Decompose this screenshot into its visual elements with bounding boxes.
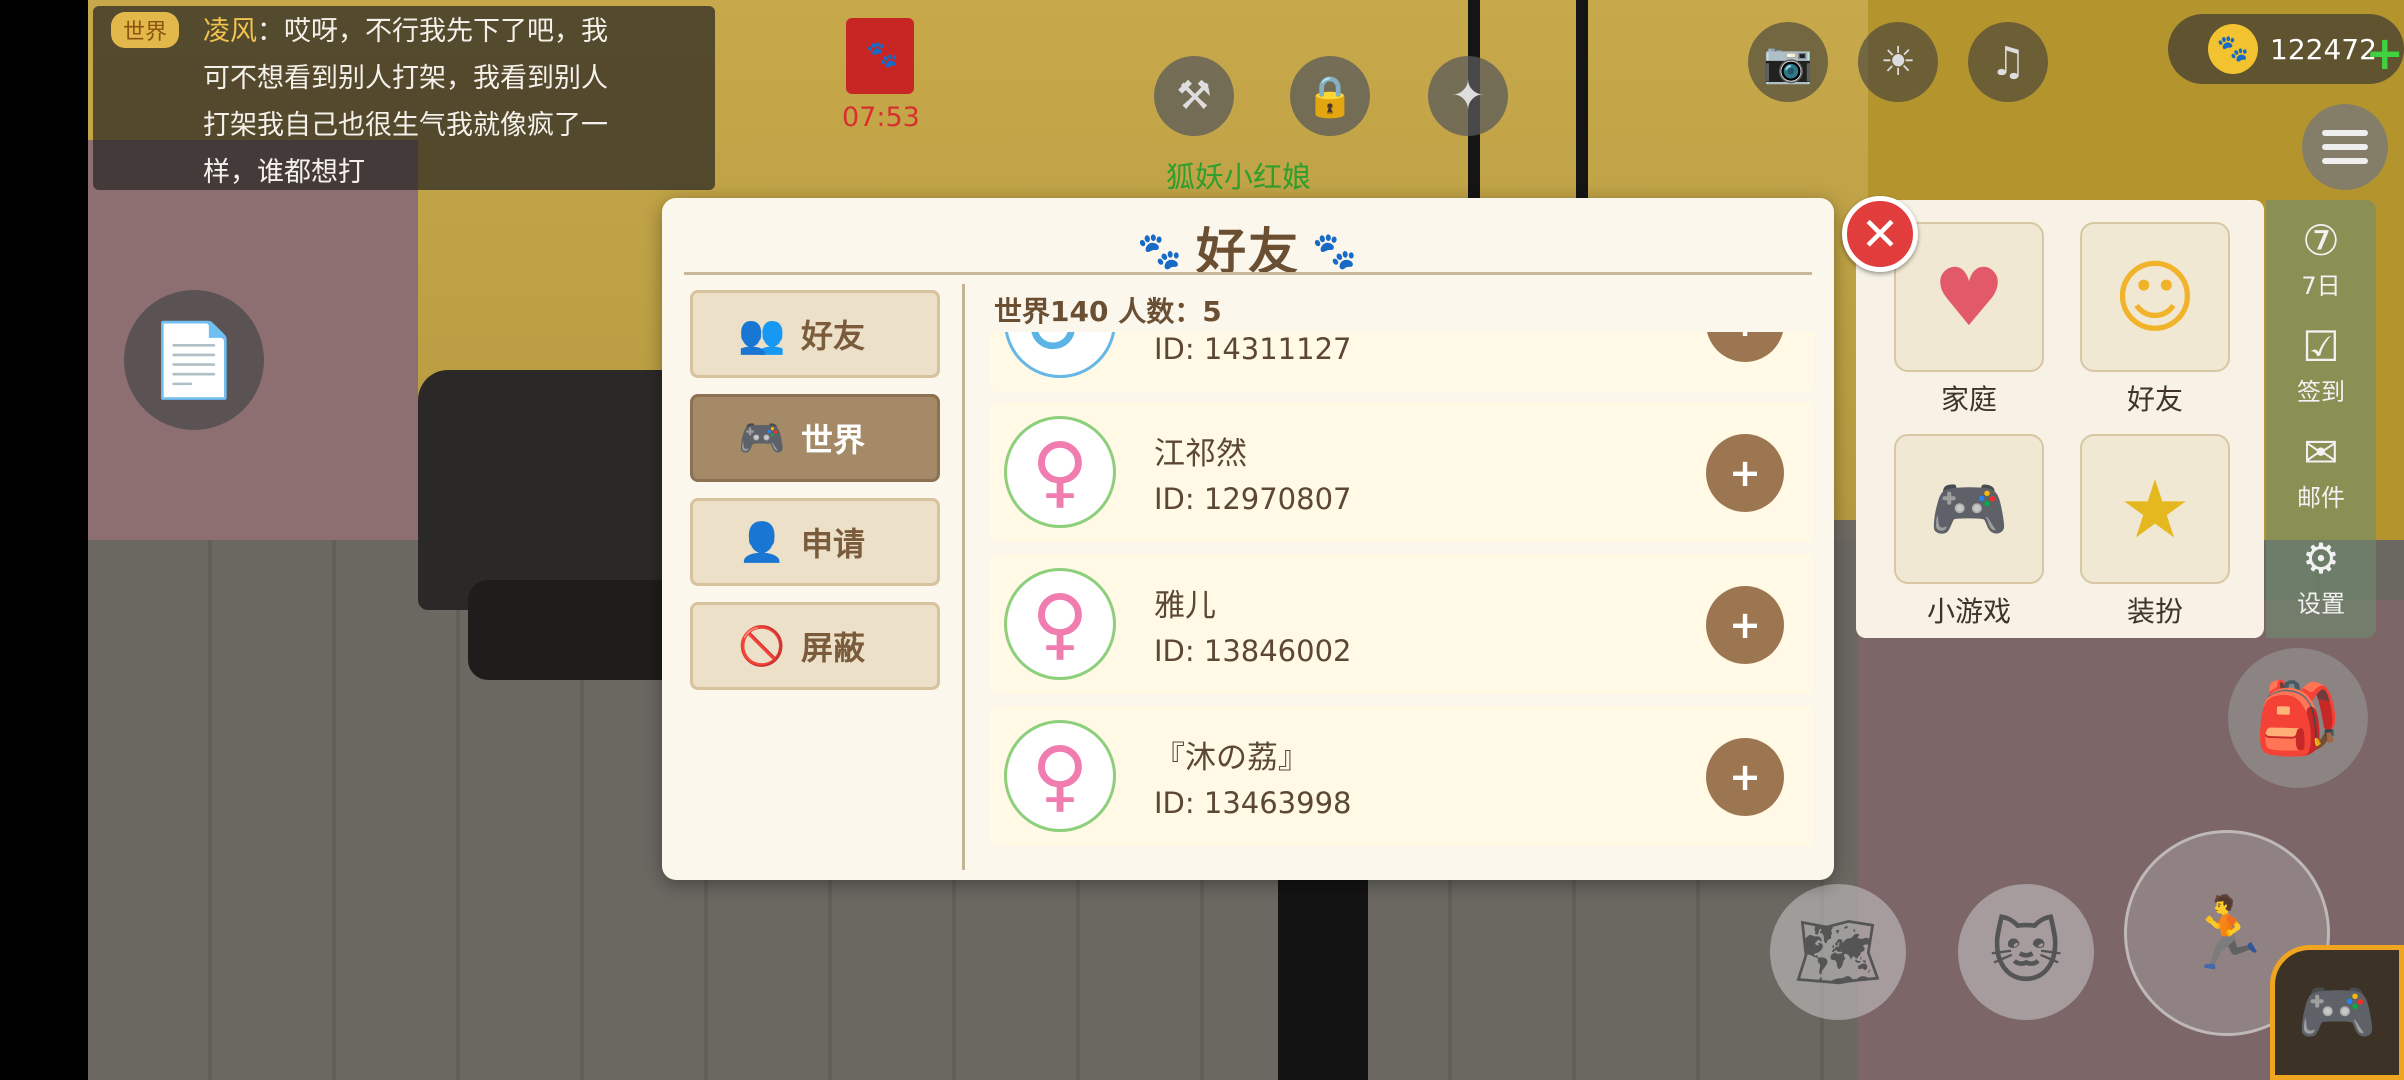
camera-icon[interactable]: 📷 [1748, 22, 1828, 102]
friends-label: 好友 [2126, 383, 2183, 416]
add-friend-button[interactable]: + [1706, 434, 1784, 512]
player-id: ID: 14311127 [1154, 332, 1352, 366]
block-person-icon: 🚫 [738, 623, 786, 668]
tab-label: 屏蔽 [801, 629, 866, 667]
friends-dialog: 🐾 好友 🐾 👥 好友 🎮 世界 👤 申请 🚫 屏蔽 世界140 人数：5 ♂ ID… [662, 198, 1834, 880]
panel-divider [962, 284, 965, 870]
chat-line-1: 凌风：哎呀，不行我先下了吧，我 [203, 16, 608, 47]
menu-bar [2322, 144, 2368, 150]
npc-name-label[interactable]: 狐妖小红娘 [1166, 154, 1311, 196]
tab-label: 申请 [801, 525, 866, 563]
music-icon[interactable]: ♫ [1968, 22, 2048, 102]
title-divider [684, 272, 1812, 275]
red-packet-timer: 07:53 [842, 102, 920, 133]
family-label: 家庭 [1940, 383, 1997, 416]
gamepad-icon: 🎮 [1929, 472, 2009, 547]
player-id: ID: 12970807 [1154, 482, 1352, 516]
hammer-icon[interactable]: ⚒ [1154, 56, 1234, 136]
red-packet-icon[interactable] [846, 18, 914, 94]
player-name: 『沐の荔』 [1154, 740, 1309, 776]
add-friend-button[interactable]: + [1706, 332, 1784, 362]
coin-balance: 🐾 122472 + [2168, 14, 2404, 84]
list-item[interactable]: ♂ ID: 14311127 + [990, 332, 1814, 392]
lock-icon[interactable]: 🔒 [1290, 56, 1370, 136]
tab-label: 世界 [801, 421, 866, 459]
gamepad-corner-icon[interactable]: 🎮 [2270, 945, 2404, 1080]
add-friend-icon: + [1729, 332, 1761, 345]
chat-line-4: 样，谁都想打 [203, 157, 365, 188]
task-log-icon[interactable]: 📄 [124, 290, 264, 430]
add-friend-icon: + [1729, 603, 1761, 647]
male-icon: ♂ [1025, 332, 1095, 361]
player-id: ID: 13463998 [1154, 786, 1352, 820]
settings-button[interactable]: ⚙ 设置 [2266, 534, 2376, 619]
gear-icon: ⚙ [2302, 534, 2340, 583]
wand-icon: ★ [2119, 462, 2191, 556]
mail-button[interactable]: ✉ 邮件 [2266, 428, 2376, 513]
friends-icon: 👥 [738, 311, 786, 356]
chat-line-2: 可不想看到别人打架，我看到别人 [203, 63, 608, 94]
female-icon: ♀ [1031, 579, 1089, 669]
female-icon: ♀ [1031, 731, 1089, 821]
heart-icon: ♥ [1933, 250, 2005, 344]
friends-icon: ☺ [2113, 250, 2197, 344]
seven-day-icon: ⑦ [2302, 216, 2340, 265]
sparkle-icon[interactable]: ✦ [1428, 56, 1508, 136]
chat-channel-tag: 世界 [111, 12, 180, 48]
menu-bar [2322, 158, 2368, 164]
minigame-button[interactable]: 🎮 [1894, 434, 2044, 584]
checkin-button[interactable]: ☑ 签到 [2266, 322, 2376, 407]
tab-friends[interactable]: 👥 好友 [690, 290, 940, 378]
checkin-icon: ☑ [2302, 322, 2340, 371]
add-friend-button[interactable]: + [1706, 738, 1784, 816]
list-item[interactable]: ♀ 雅儿 ID: 13846002 + [990, 554, 1814, 694]
player-list[interactable]: ♂ ID: 14311127 + ♀ 江祁然 ID: 12970807 + ♀ … [990, 332, 1814, 870]
add-person-icon: 👤 [738, 519, 786, 564]
list-item[interactable]: ♀ 『沐の荔』 ID: 13463998 + [990, 706, 1814, 846]
female-icon: ♀ [1031, 427, 1089, 517]
close-dialog-button[interactable]: ✕ [1842, 196, 1918, 272]
gamepad-icon: 🎮 [738, 415, 786, 460]
tab-requests[interactable]: 👤 申请 [690, 498, 940, 586]
friends-button[interactable]: ☺ [2080, 222, 2230, 372]
backpack-icon[interactable]: 🎒 [2228, 648, 2368, 788]
player-character [1278, 870, 1368, 1080]
avatar[interactable]: ♀ [1004, 416, 1116, 528]
brightness-icon[interactable]: ☀ [1858, 22, 1938, 102]
player-id: ID: 13846002 [1154, 634, 1352, 668]
list-item[interactable]: ♀ 江祁然 ID: 12970807 + [990, 402, 1814, 542]
map-icon[interactable]: 🗺 [1770, 884, 1906, 1020]
tab-label: 好友 [801, 317, 866, 355]
player-name: 江祁然 [1154, 436, 1247, 472]
avatar[interactable]: ♀ [1004, 568, 1116, 680]
paw-icon: 🐾 [1137, 231, 1184, 272]
add-coins-button[interactable]: + [2365, 26, 2404, 80]
menu-button[interactable] [2302, 104, 2388, 190]
chat-sender[interactable]: 凌风 [203, 16, 257, 47]
minigame-label: 小游戏 [1926, 595, 2011, 628]
mail-icon: ✉ [2303, 428, 2339, 477]
chat-line-3: 打架我自己也很生气我就像疯了一 [203, 110, 608, 141]
player-name: 雅儿 [1154, 588, 1216, 624]
pet-cat-icon[interactable]: 🐱 [1958, 884, 2094, 1020]
add-friend-icon: + [1729, 451, 1761, 495]
coin-amount: 122472 [2270, 32, 2377, 66]
world-count-header: 世界140 人数：5 [994, 295, 1222, 328]
paw-icon: 🐾 [1312, 231, 1359, 272]
add-friend-button[interactable]: + [1706, 586, 1784, 664]
menu-bar [2322, 130, 2368, 136]
avatar[interactable]: ♀ [1004, 720, 1116, 832]
tab-blocked[interactable]: 🚫 屏蔽 [690, 602, 940, 690]
dressup-button[interactable]: ★ [2080, 434, 2230, 584]
add-friend-icon: + [1729, 755, 1761, 799]
seven-day-button[interactable]: ⑦ 7日 [2266, 216, 2376, 301]
coin-icon: 🐾 [2208, 24, 2258, 74]
world-chat-box[interactable]: 世界 凌风：哎呀，不行我先下了吧，我 可不想看到别人打架，我看到别人 打架我自己… [93, 6, 715, 190]
tab-world[interactable]: 🎮 世界 [690, 394, 940, 482]
avatar[interactable]: ♂ [1004, 332, 1116, 378]
dressup-label: 装扮 [2126, 595, 2183, 628]
quick-panel: ♥ 家庭 ☺ 好友 🎮 小游戏 ★ 装扮 [1856, 200, 2264, 638]
side-column: ⑦ 7日 ☑ 签到 ✉ 邮件 ⚙ 设置 [2266, 200, 2376, 638]
